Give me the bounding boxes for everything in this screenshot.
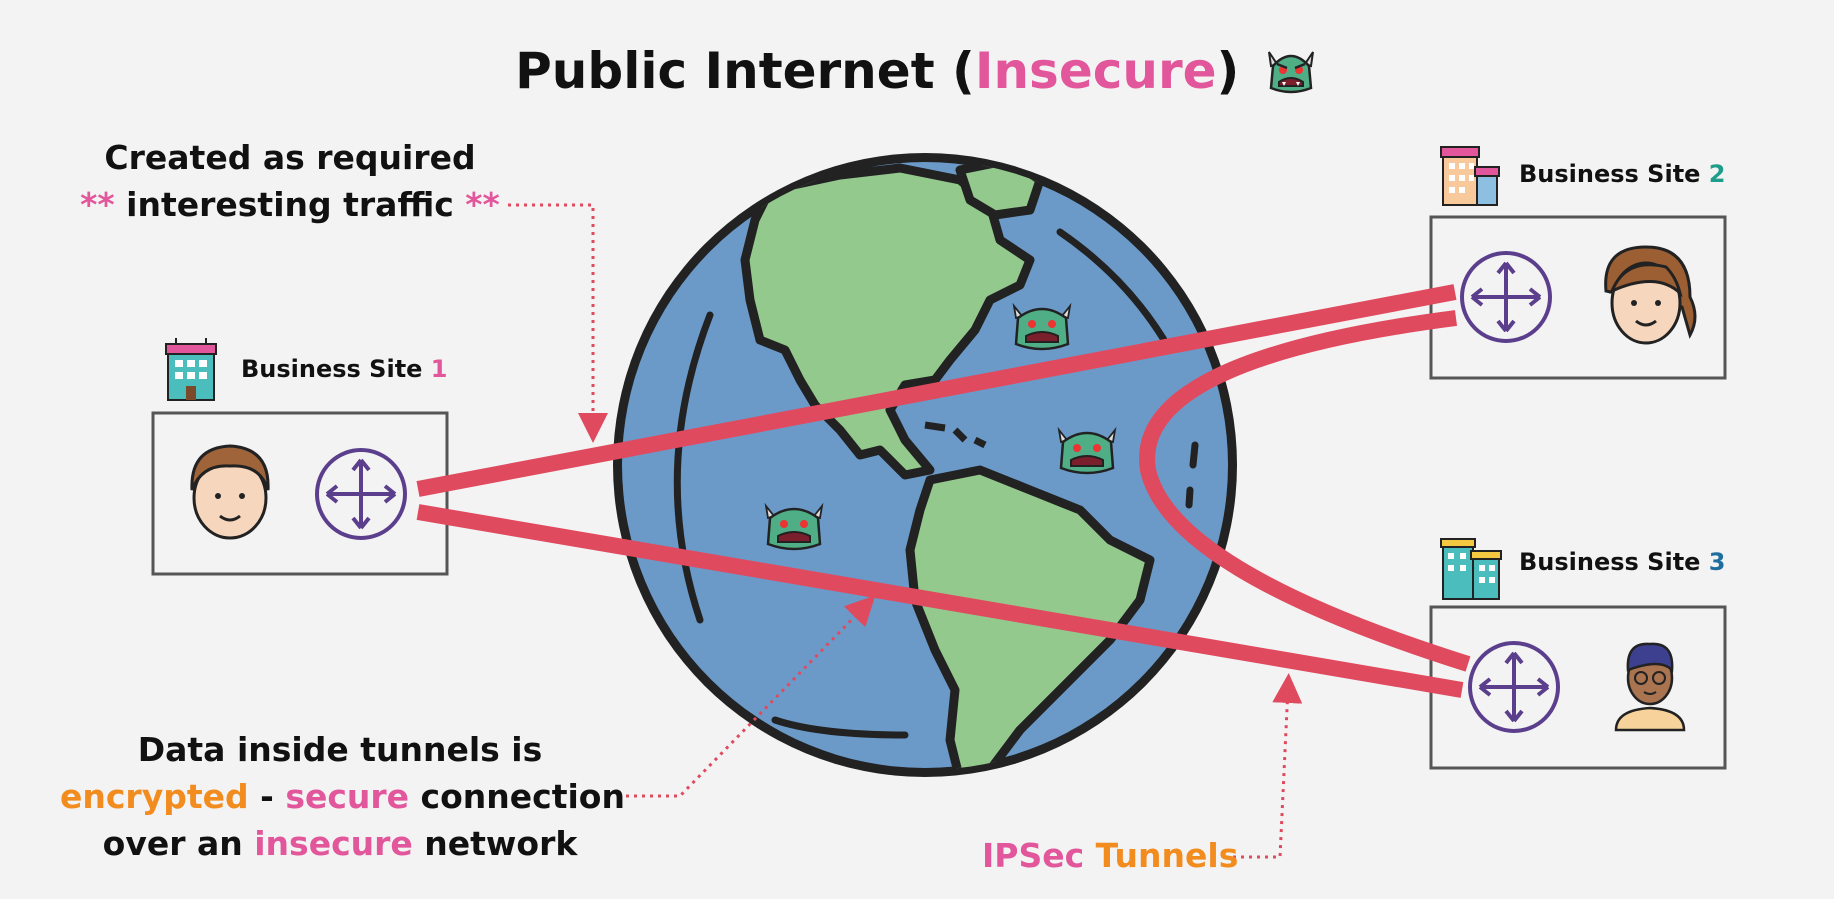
- stars-right: **: [465, 185, 500, 224]
- encryption-note: Data inside tunnels is encrypted - secur…: [60, 726, 625, 867]
- stars-left: **: [80, 185, 115, 224]
- ipsec-word: IPSec: [982, 836, 1085, 875]
- site-3-number: 3: [1708, 548, 1726, 576]
- secure-word: secure: [285, 777, 410, 816]
- site-1-number: 1: [430, 355, 448, 383]
- ipsec-tunnels-label: IPSec Tunnels: [982, 836, 1238, 875]
- arrow-top-note: [508, 203, 608, 443]
- on-demand-note: Created as required ** interesting traff…: [60, 134, 520, 228]
- encrypted-word: encrypted: [60, 777, 249, 816]
- insecure-word: insecure: [254, 824, 413, 863]
- building-icon: [1440, 146, 1500, 206]
- site-1-label: Business Site 1: [241, 355, 448, 383]
- note-line-1: Created as required: [104, 138, 476, 177]
- site-2-label: Business Site 2: [1519, 160, 1726, 188]
- router-icon: [1460, 251, 1552, 343]
- arrow-tunnels-label: [1233, 673, 1303, 859]
- building-icon: [165, 338, 217, 401]
- note-line-2: encrypted - secure connection: [60, 777, 625, 816]
- note-line-1: Data inside tunnels is: [137, 730, 543, 769]
- note-line-2: ** interesting traffic **: [60, 181, 520, 228]
- note-line-3: over an insecure network: [102, 824, 578, 863]
- person-icon: [190, 444, 270, 540]
- site-3-label: Business Site 3: [1519, 548, 1726, 576]
- site-2-number: 2: [1708, 160, 1726, 188]
- router-icon: [315, 448, 407, 540]
- tunnels-word: Tunnels: [1084, 836, 1239, 875]
- interesting-traffic: interesting traffic: [114, 185, 466, 224]
- router-icon: [1468, 641, 1560, 733]
- building-icon: [1440, 538, 1502, 600]
